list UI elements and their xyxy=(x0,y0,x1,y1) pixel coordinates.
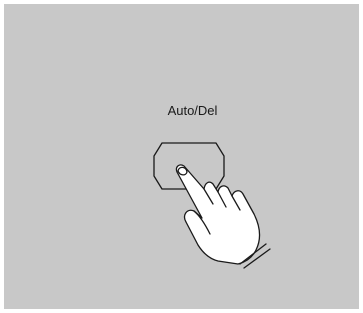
button-press-illustration xyxy=(153,142,271,269)
pointing-hand-icon xyxy=(175,164,271,269)
control-panel: Auto/Del xyxy=(4,4,359,309)
